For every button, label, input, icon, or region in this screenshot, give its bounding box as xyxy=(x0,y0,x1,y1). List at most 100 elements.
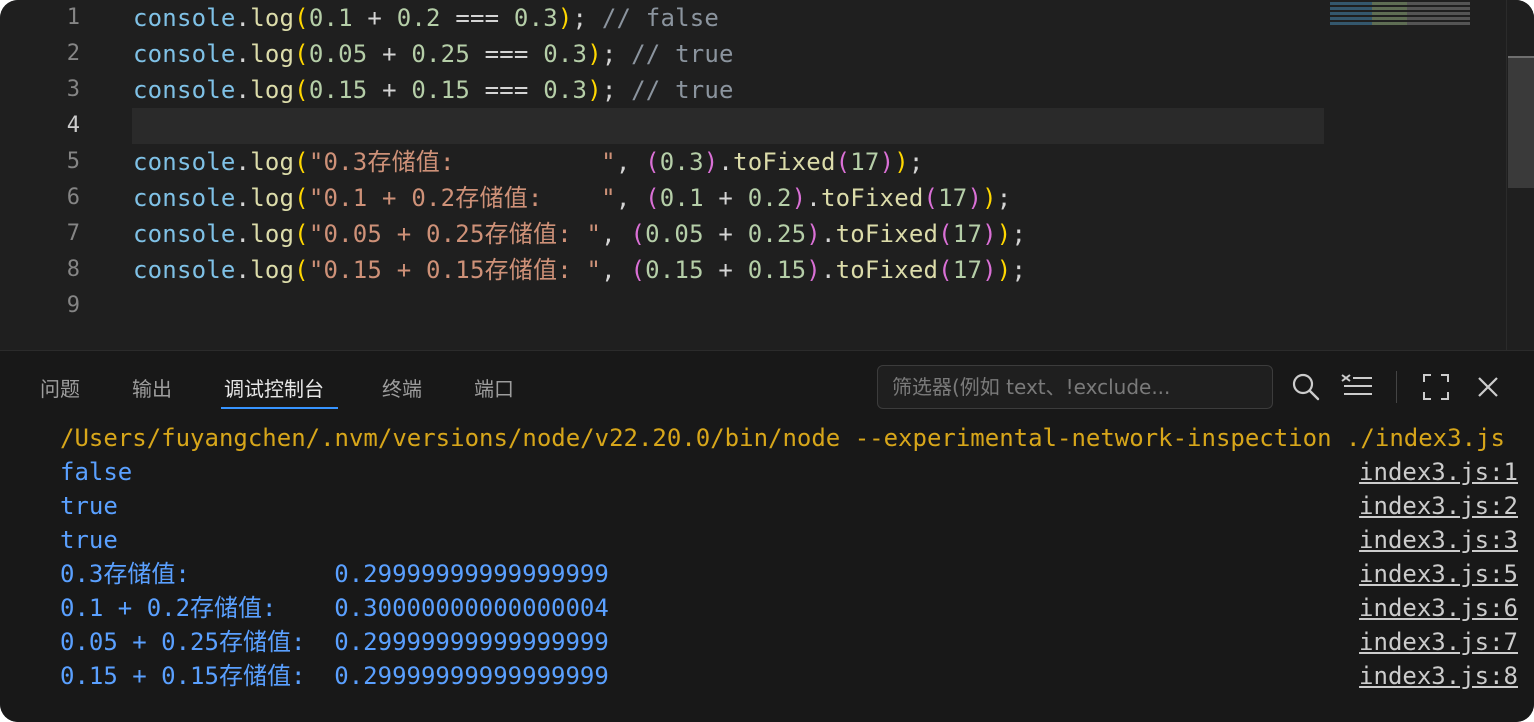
code-token: , xyxy=(601,256,631,284)
code-token: 0.15 xyxy=(411,76,470,104)
code-token: ( xyxy=(294,184,309,212)
code-line[interactable]: 2 console.log(0.05 + 0.25 === 0.3); // tr… xyxy=(0,36,1500,72)
code-token: ; xyxy=(1011,220,1027,248)
code-token: 0.3 xyxy=(659,148,704,176)
code-line[interactable]: 6 console.log("0.1 + 0.2存储值: ", (0.1 + 0.… xyxy=(0,180,1500,216)
code-text: console.log(0.15 + 0.15 === 0.3); // tru… xyxy=(133,72,734,108)
code-editor[interactable]: 1 console.log(0.1 + 0.2 === 0.3); // fals… xyxy=(0,0,1534,350)
code-token: 0.05 xyxy=(645,220,704,248)
source-link[interactable]: index3.js:1 xyxy=(1359,455,1518,489)
line-number: 4 xyxy=(66,113,80,138)
code-token: ) xyxy=(996,220,1012,248)
code-token: ; xyxy=(1011,256,1027,284)
code-token: ) xyxy=(791,184,807,212)
code-token: . xyxy=(235,76,251,104)
code-token: toFixed xyxy=(835,256,939,284)
toolbar-divider xyxy=(1396,371,1397,403)
code-token: 17 xyxy=(952,256,983,284)
code-token: 0.3 xyxy=(543,40,588,68)
code-token: log xyxy=(250,148,295,176)
code-token: 0.15 xyxy=(747,256,807,284)
line-number: 9 xyxy=(66,293,80,318)
source-link[interactable]: index3.js:8 xyxy=(1359,659,1518,693)
maximize-icon[interactable] xyxy=(1418,369,1454,405)
search-icon[interactable] xyxy=(1288,369,1324,405)
console-message: false xyxy=(60,458,133,486)
code-token: "0.1 + 0.2存储值: " xyxy=(308,184,616,212)
code-token: "0.3存储值: " xyxy=(308,148,616,176)
code-token: toFixed xyxy=(820,184,924,212)
code-line[interactable]: 7 console.log("0.05 + 0.25存储值: ", (0.05 +… xyxy=(0,216,1500,252)
code-token: === xyxy=(469,76,544,104)
tab-output[interactable]: 输出 xyxy=(132,371,172,407)
code-line[interactable]: 8 console.log("0.15 + 0.15存储值: ", (0.15 +… xyxy=(0,252,1500,288)
code-token: console xyxy=(133,148,236,176)
code-token: . xyxy=(235,220,251,248)
line-number: 7 xyxy=(66,221,80,246)
code-token: log xyxy=(250,4,295,32)
active-tab-indicator xyxy=(221,407,338,409)
code-token: ; xyxy=(601,40,632,68)
code-token: // false xyxy=(601,4,720,32)
code-token: ( xyxy=(630,256,646,284)
line-number: 6 xyxy=(66,185,80,210)
source-link[interactable]: index3.js:7 xyxy=(1359,625,1518,659)
code-token: ) xyxy=(806,220,821,248)
console-message: 0.05 + 0.25存储值: 0.29999999999999999 xyxy=(60,628,609,656)
code-line[interactable]: 4 xyxy=(0,108,1500,144)
code-token: ; xyxy=(996,184,1012,212)
code-token: ; xyxy=(572,4,602,32)
code-token: ) xyxy=(967,184,983,212)
code-token: + xyxy=(352,4,397,32)
code-token: ) xyxy=(587,40,602,68)
console-message: true xyxy=(60,526,118,554)
code-token: ; xyxy=(908,148,924,176)
minimap[interactable] xyxy=(1330,2,1470,42)
code-token: + xyxy=(367,76,412,104)
code-line[interactable]: 5 console.log("0.3存储值: ", (0.3).toFixed(1… xyxy=(0,144,1500,180)
code-token: toFixed xyxy=(835,220,939,248)
tab-problems[interactable]: 问题 xyxy=(40,371,80,407)
code-token: ( xyxy=(294,76,309,104)
code-token: . xyxy=(235,4,251,32)
code-token: 0.2 xyxy=(747,184,792,212)
code-token: log xyxy=(250,184,295,212)
code-token: + xyxy=(703,256,748,284)
clear-filter-icon[interactable] xyxy=(1340,369,1376,405)
line-number: 2 xyxy=(66,41,80,66)
code-text: console.log("0.1 + 0.2存储值: ", (0.1 + 0.2… xyxy=(133,180,1011,216)
tab-ports[interactable]: 端口 xyxy=(474,371,514,407)
code-token: . xyxy=(806,184,821,212)
code-token: console xyxy=(133,256,236,284)
tab-terminal[interactable]: 终端 xyxy=(382,371,422,407)
tab-debug-console[interactable]: 调试控制台 xyxy=(224,371,324,407)
code-token: log xyxy=(250,256,295,284)
code-token: console xyxy=(133,40,236,68)
code-token: "0.05 + 0.25存储值: " xyxy=(308,220,602,248)
source-link[interactable]: index3.js:3 xyxy=(1359,523,1518,557)
editor-scroll-thumb[interactable] xyxy=(1508,58,1534,188)
code-text: console.log("0.05 + 0.25存储值: ", (0.05 + … xyxy=(133,216,1026,252)
console-message: true xyxy=(60,492,118,520)
source-link[interactable]: index3.js:2 xyxy=(1359,489,1518,523)
code-token: . xyxy=(820,256,836,284)
code-text: console.log(0.1 + 0.2 === 0.3); // false xyxy=(133,0,719,36)
code-token: 0.05 xyxy=(308,40,368,68)
code-token: toFixed xyxy=(733,148,836,176)
code-token: ( xyxy=(835,148,851,176)
code-line[interactable]: 3 console.log(0.15 + 0.15 === 0.3); // tr… xyxy=(0,72,1500,108)
close-icon[interactable] xyxy=(1470,369,1506,405)
code-line[interactable]: 1 console.log(0.1 + 0.2 === 0.3); // fals… xyxy=(0,0,1500,36)
code-text: console.log("0.15 + 0.15存储值: ", (0.15 + … xyxy=(133,252,1026,288)
code-token: , xyxy=(601,220,631,248)
code-text: console.log("0.3存储值: ", (0.3).toFixed(17… xyxy=(133,144,924,180)
console-filter-input[interactable] xyxy=(877,365,1273,409)
code-token: ) xyxy=(703,148,719,176)
source-link[interactable]: index3.js:6 xyxy=(1359,591,1518,625)
source-link[interactable]: index3.js:5 xyxy=(1359,557,1518,591)
console-message: 0.15 + 0.15存储值: 0.29999999999999999 xyxy=(60,662,609,690)
code-token: ( xyxy=(938,220,953,248)
code-line[interactable]: 9 xyxy=(0,288,1500,324)
code-token: === xyxy=(440,4,514,32)
code-token: . xyxy=(235,184,251,212)
